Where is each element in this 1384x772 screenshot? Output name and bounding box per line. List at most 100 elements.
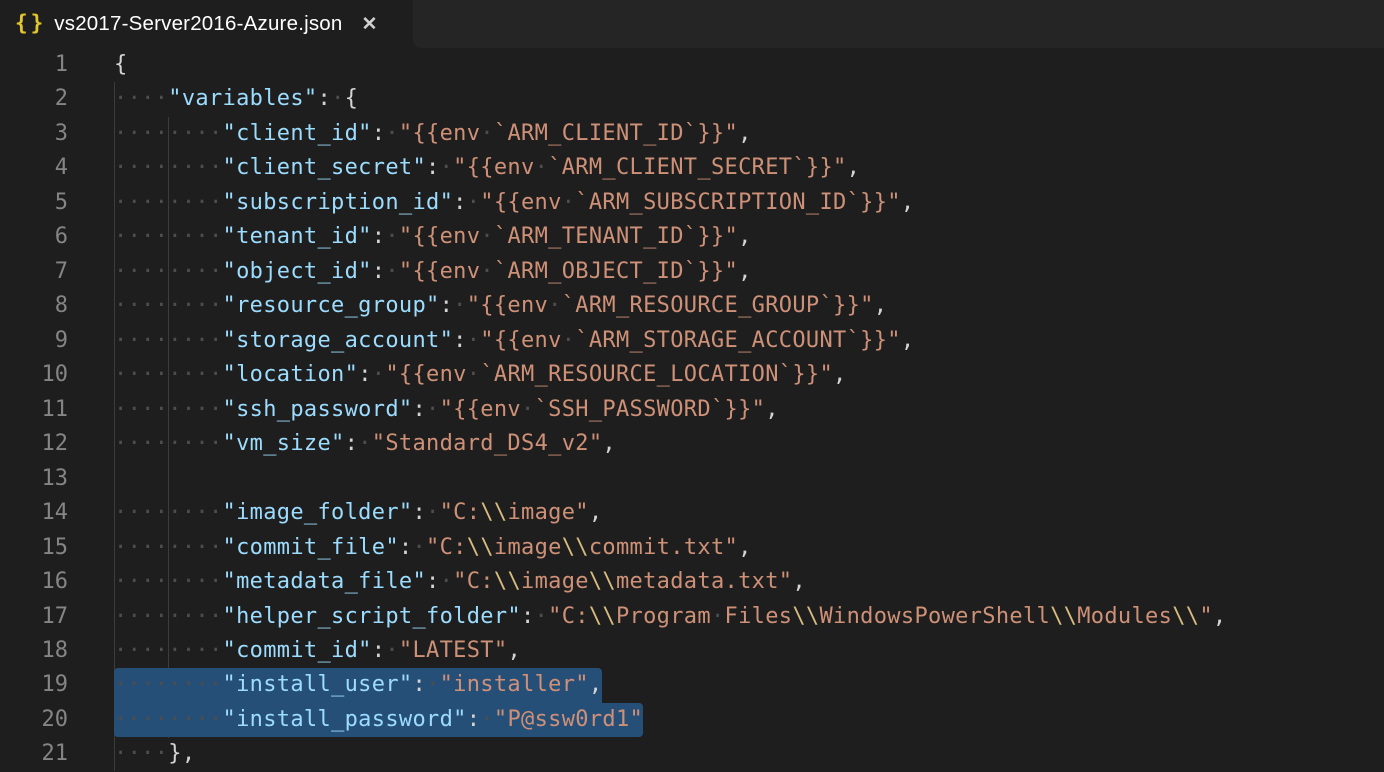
line-number: 2 (0, 82, 68, 116)
token-pun: : (317, 86, 331, 111)
token-str: "P@ssw0rd1" (494, 707, 643, 732)
token-ws: ···· (114, 741, 168, 766)
token-key: "client_id" (223, 121, 372, 146)
close-icon[interactable]: ✕ (362, 13, 378, 36)
line-number: 3 (0, 117, 68, 151)
token-esc: \\ (589, 569, 616, 594)
code-line[interactable]: ········"client_id":·"{{env·`ARM_CLIENT_… (114, 117, 1384, 151)
token-ws: · (385, 121, 399, 146)
text-selection: ········"install_password":·"P@ssw0rd1" (114, 703, 643, 737)
code-line[interactable]: ········"helper_script_folder":·"C:\\Pro… (114, 600, 1384, 634)
token-str: "LATEST" (399, 638, 508, 663)
token-ws: ········ (114, 397, 223, 422)
token-pun: : (372, 638, 386, 663)
line-number: 12 (0, 427, 68, 461)
line-number: 19 (0, 668, 68, 702)
line-number: 17 (0, 600, 68, 634)
code-line[interactable]: ········"client_secret":·"{{env·`ARM_CLI… (114, 151, 1384, 185)
token-ws: · (535, 604, 549, 629)
line-number: 8 (0, 289, 68, 323)
token-key: "variables" (168, 86, 317, 111)
editor: 123456789101112131415161718192021 {····"… (0, 48, 1384, 772)
token-ws: · (480, 121, 494, 146)
code-line[interactable]: ····}, (114, 737, 1384, 771)
token-str: metadata.txt" (616, 569, 792, 594)
code-line[interactable]: ····"variables":·{ (114, 82, 1384, 116)
token-ws: · (358, 431, 372, 456)
token-pun: }, (168, 741, 195, 766)
token-ws: · (467, 190, 481, 215)
code-line[interactable]: ········"commit_id":·"LATEST", (114, 634, 1384, 668)
token-pun: , (602, 431, 616, 456)
editor-tab-bar: {} vs2017-Server2016-Azure.json ✕ (0, 0, 1384, 48)
code-line[interactable]: ········"subscription_id":·"{{env·`ARM_S… (114, 186, 1384, 220)
code-line[interactable]: ········"object_id":·"{{env·`ARM_OBJECT_… (114, 255, 1384, 289)
line-number: 5 (0, 186, 68, 220)
line-number: 18 (0, 634, 68, 668)
tab-title: vs2017-Server2016-Azure.json (54, 12, 342, 36)
code-area[interactable]: {····"variables":·{········"client_id":·… (114, 48, 1384, 772)
token-key: "resource_group" (223, 293, 440, 318)
code-line[interactable]: ········"install_password":·"P@ssw0rd1" (114, 703, 1384, 737)
tab-vs2017-server2016-azure-json[interactable]: {} vs2017-Server2016-Azure.json ✕ (0, 0, 413, 48)
token-pun: , (847, 155, 861, 180)
token-ws: ········ (114, 190, 223, 215)
token-pun: : (399, 535, 413, 560)
token-ws: · (467, 328, 481, 353)
line-number: 21 (0, 737, 68, 771)
code-line[interactable]: { (114, 48, 1384, 82)
token-key: "subscription_id" (223, 190, 454, 215)
token-str: "{{env (399, 224, 480, 249)
line-number: 15 (0, 531, 68, 565)
token-str: Files (725, 604, 793, 629)
code-line[interactable]: ········"ssh_password":·"{{env·`SSH_PASS… (114, 393, 1384, 427)
token-str: "{{env (385, 362, 466, 387)
code-line[interactable]: ········"storage_account":·"{{env·`ARM_S… (114, 324, 1384, 358)
code-line[interactable]: ········"location":·"{{env·`ARM_RESOURCE… (114, 358, 1384, 392)
token-str: `ARM_CLIENT_ID`}}" (494, 121, 738, 146)
code-line[interactable]: ········"metadata_file":·"C:\\image\\met… (114, 565, 1384, 599)
token-str: "Standard_DS4_v2" (372, 431, 603, 456)
code-line[interactable]: ········"tenant_id":·"{{env·`ARM_TENANT_… (114, 220, 1384, 254)
token-str: `ARM_STORAGE_ACCOUNT`}}" (575, 328, 901, 353)
token-esc: \\ (1172, 604, 1199, 629)
token-str: "C: (548, 604, 589, 629)
token-pun: , (901, 190, 915, 215)
token-pun: , (738, 121, 752, 146)
code-line[interactable]: ········"vm_size":·"Standard_DS4_v2", (114, 427, 1384, 461)
code-line[interactable]: ········"install_user":·"installer", (114, 668, 1384, 702)
token-pun: , (765, 397, 779, 422)
token-ws: · (535, 155, 549, 180)
token-str: `ARM_TENANT_ID`}}" (494, 224, 738, 249)
token-key: "vm_size" (223, 431, 345, 456)
token-key: "tenant_id" (223, 224, 372, 249)
code-line[interactable] (114, 462, 1384, 496)
line-number: 20 (0, 703, 68, 737)
token-pun: : (372, 259, 386, 284)
token-ws: ········ (114, 224, 223, 249)
token-ws: · (385, 224, 399, 249)
token-str: "C: (453, 569, 494, 594)
token-ws: · (426, 397, 440, 422)
token-pun: , (589, 500, 603, 525)
token-ws: ········ (114, 569, 223, 594)
token-ws: · (711, 604, 725, 629)
code-line[interactable]: ········"commit_file":·"C:\\image\\commi… (114, 531, 1384, 565)
token-pun: , (738, 535, 752, 560)
token-ws: · (480, 259, 494, 284)
token-str: "{{env (480, 190, 561, 215)
token-pun: : (345, 431, 359, 456)
token-pun: { (114, 52, 128, 77)
token-ws: · (548, 293, 562, 318)
token-ws: · (426, 672, 440, 697)
code-line[interactable]: ········"image_folder":·"C:\\image", (114, 496, 1384, 530)
line-number: 7 (0, 255, 68, 289)
token-ws: · (385, 638, 399, 663)
token-pun: : (412, 397, 426, 422)
token-ws: · (480, 224, 494, 249)
token-pun: , (738, 259, 752, 284)
token-esc: \\ (494, 569, 521, 594)
token-ws: ········ (114, 500, 223, 525)
code-line[interactable]: ········"resource_group":·"{{env·`ARM_RE… (114, 289, 1384, 323)
token-ws: · (426, 500, 440, 525)
